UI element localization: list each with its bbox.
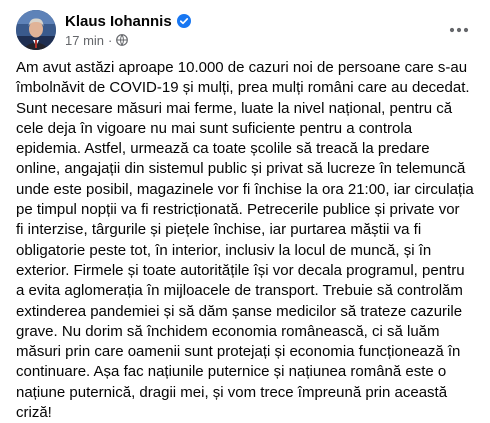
author-name[interactable]: Klaus Iohannis	[65, 13, 172, 30]
post-body-text: Am avut astăzi aproape 10.000 de cazuri …	[16, 59, 474, 422]
globe-icon[interactable]	[116, 34, 129, 46]
author-avatar[interactable]	[16, 10, 56, 50]
avatar-photo	[16, 10, 56, 50]
author-row: Klaus Iohannis	[65, 11, 191, 31]
more-options-button[interactable]	[444, 14, 474, 44]
meta-separator: ·	[108, 32, 113, 48]
facebook-post: Klaus Iohannis 17 min · Am avut astăzi a…	[0, 0, 490, 421]
post-meta: 17 min ·	[65, 32, 129, 48]
post-timestamp[interactable]: 17 min	[65, 33, 104, 48]
post-header: Klaus Iohannis 17 min ·	[16, 10, 474, 50]
verified-badge-icon	[176, 14, 191, 28]
more-options-icon	[449, 20, 469, 38]
